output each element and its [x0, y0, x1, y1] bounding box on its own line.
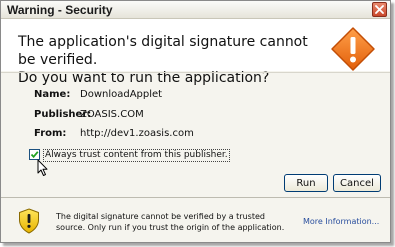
- checkmark-icon: [30, 151, 39, 159]
- headline: The application's digital signature cann…: [18, 33, 328, 87]
- headline-line-1: The application's digital signature cann…: [18, 34, 308, 68]
- run-button[interactable]: Run: [284, 174, 328, 192]
- dialog-header: The application's digital signature cann…: [1, 19, 390, 86]
- header-divider: [1, 72, 390, 73]
- detail-value: http://dev1.zoasis.com: [80, 128, 194, 139]
- detail-value: ZOASIS.COM: [80, 109, 144, 120]
- always-trust-label[interactable]: Always trust content from this publisher…: [43, 149, 230, 162]
- shield-warning-icon: [19, 208, 39, 234]
- detail-value: DownloadApplet: [80, 89, 163, 100]
- detail-label: Name:: [34, 89, 71, 100]
- detail-label: From:: [34, 128, 67, 139]
- title-bar[interactable]: Warning - Security: [1, 1, 390, 19]
- mouse-cursor-icon: [37, 159, 48, 176]
- more-information-link[interactable]: More Information...: [303, 217, 379, 226]
- footer-message: The digital signature cannot be verified…: [56, 212, 285, 232]
- close-button[interactable]: [372, 2, 387, 17]
- window-title: Warning - Security: [7, 3, 113, 17]
- dialog-footer: The digital signature cannot be verified…: [1, 198, 390, 242]
- cancel-button[interactable]: Cancel: [333, 174, 381, 192]
- warning-diamond-icon: [331, 27, 375, 71]
- close-icon: [375, 5, 384, 14]
- security-warning-dialog: Warning - Security The application's dig…: [0, 0, 391, 243]
